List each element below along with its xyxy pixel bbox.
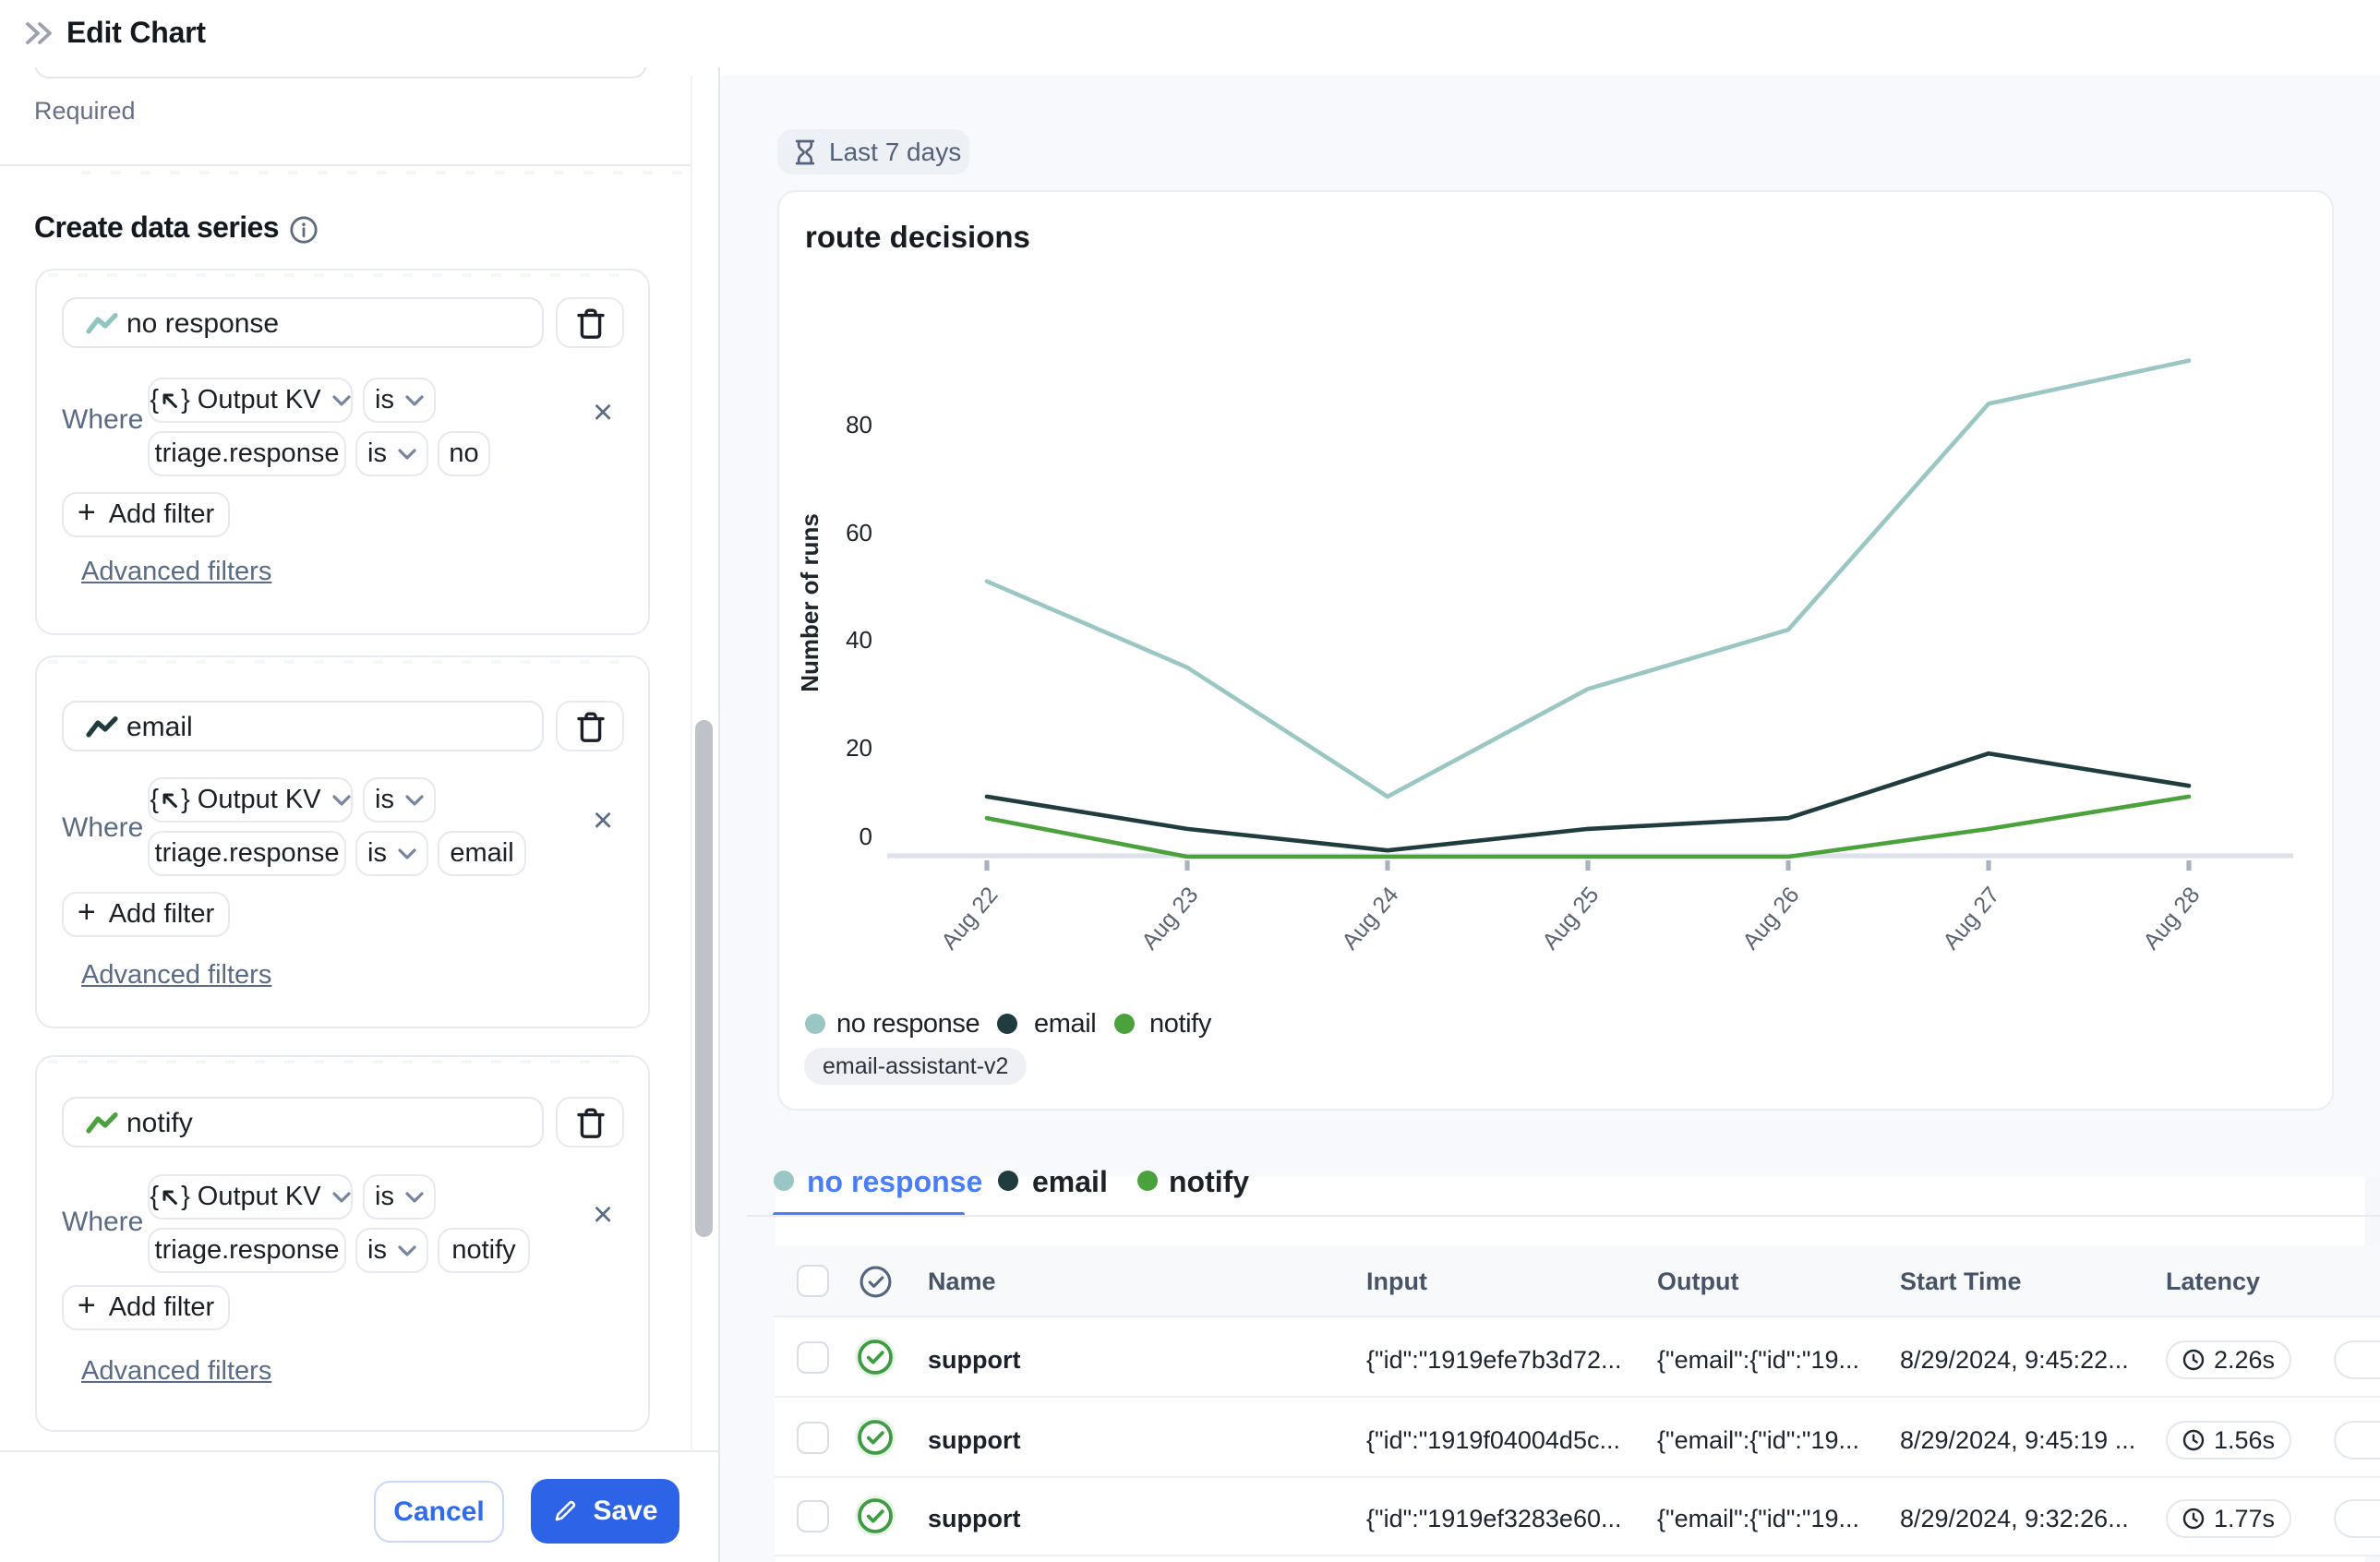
svg-text:Aug 22: Aug 22 [936,882,1003,955]
svg-text:40: 40 [846,626,872,654]
svg-text:60: 60 [846,519,872,547]
svg-text:Aug 24: Aug 24 [1337,882,1403,955]
svg-text:Aug 26: Aug 26 [1737,882,1804,955]
svg-text:0: 0 [859,823,872,850]
svg-text:Aug 25: Aug 25 [1537,882,1604,955]
svg-text:Aug 23: Aug 23 [1136,882,1203,955]
svg-text:Aug 27: Aug 27 [1938,882,2004,955]
svg-text:Number of runs: Number of runs [796,513,823,692]
svg-text:Aug 28: Aug 28 [2138,882,2205,955]
svg-text:20: 20 [846,734,872,762]
svg-text:80: 80 [846,411,872,439]
